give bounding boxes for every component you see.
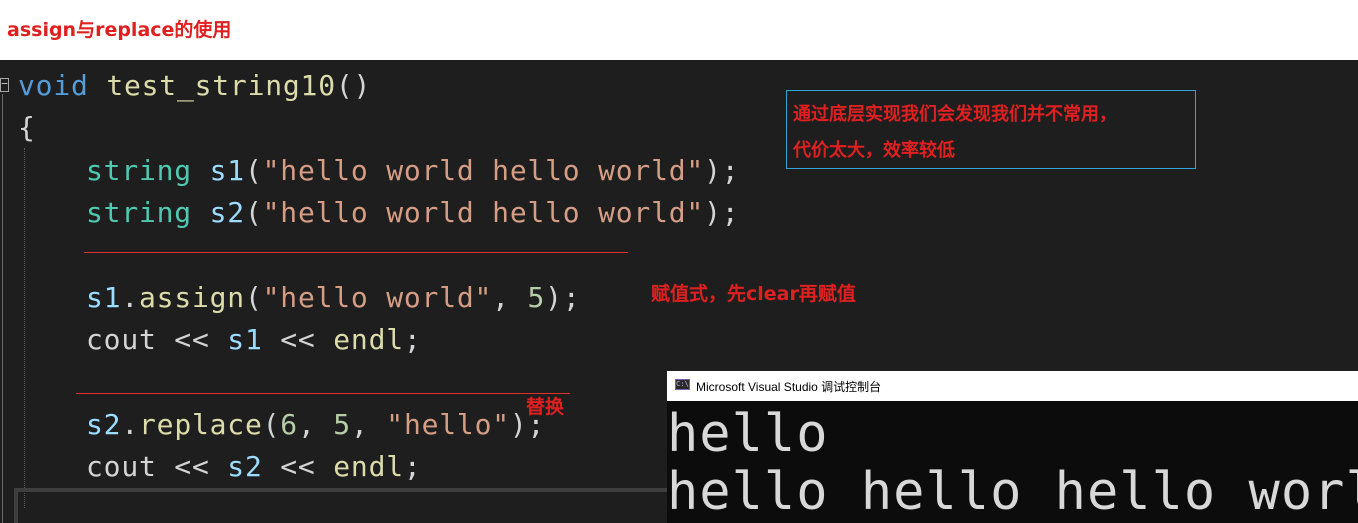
cout: cout [86,450,157,483]
string-literal: "hello world" [262,281,493,314]
collapse-toggle-icon[interactable]: − [0,78,9,92]
dot: . [121,408,139,441]
console-output-line-1: hello [667,404,829,464]
outline-bar [2,94,3,523]
type-string: string [86,154,192,187]
console-app-icon: C:\ [675,379,690,390]
stream-operator: << [262,323,334,356]
indent-guide [24,148,25,508]
code-line-cout-s2: cout << s2 << endl; [86,449,422,485]
function-name: test_string10 [106,69,336,102]
string-literal: "hello" [386,408,510,441]
console-output-line-2: hello hello hello world [667,462,1358,522]
stream-operator: << [262,450,334,483]
paren-close: ); [704,196,740,229]
current-line-highlight [14,488,674,523]
paren-close: ); [545,281,581,314]
endl: endl [333,323,404,356]
number-literal: 5 [333,408,351,441]
assign-underline [84,252,628,253]
number-literal: 6 [280,408,298,441]
debug-console-window[interactable]: C:\ Microsoft Visual Studio 调试控制台 hello h… [667,371,1358,523]
string-literal: "hello world hello world" [262,196,705,229]
semicolon: ; [403,450,422,483]
paren-open: ( [244,281,263,314]
code-line-replace: s2.replace(6, 5, "hello"); [86,407,545,443]
var-s1: s1 [227,323,263,356]
paren-close: ); [704,154,740,187]
paren-open: ( [262,408,281,441]
console-output: hello hello hello hello world [667,405,1358,521]
type-string: string [86,196,192,229]
open-brace: { [18,111,36,144]
comma: , [350,408,387,441]
note-line-2: 代价太大，效率较低 [793,140,955,161]
var-s1: s1 [209,154,245,187]
console-titlebar[interactable]: C:\ Microsoft Visual Studio 调试控制台 [667,371,1358,401]
page-heading: assign与replace的使用 [7,19,232,41]
var-s2: s2 [86,408,122,441]
paren-open: ( [244,196,263,229]
var-s2: s2 [227,450,263,483]
code-line-function-signature: void test_string10() [18,68,371,104]
note-box: 通过底层实现我们会发现我们并不常用， 代价太大，效率较低 [786,90,1196,169]
code-line-cout-s1: cout << s1 << endl; [86,322,422,358]
paren-open: ( [244,154,263,187]
comma: , [492,281,528,314]
endl: endl [333,450,404,483]
code-line-open-brace: { [18,110,36,146]
string-literal: "hello world hello world" [262,154,705,187]
var-s1: s1 [86,281,122,314]
semicolon: ; [403,323,422,356]
code-line-assign: s1.assign("hello world", 5); [86,280,581,316]
code-line-s1-decl: string s1("hello world hello world"); [86,153,739,189]
parens: () [335,69,372,102]
assign-annotation: 赋值式，先clear再赋值 [651,283,856,305]
console-title: Microsoft Visual Studio 调试控制台 [696,380,882,394]
comma: , [297,408,334,441]
number-literal: 5 [527,281,546,314]
replace-annotation: 替换 [526,396,565,418]
note-line-1: 通过底层实现我们会发现我们并不常用， [793,104,1117,125]
keyword-void: void [18,69,89,102]
cout: cout [86,323,157,356]
var-s2: s2 [209,196,245,229]
method-assign: assign [139,281,245,314]
replace-underline [76,393,570,394]
code-line-s2-decl: string s2("hello world hello world"); [86,195,739,231]
method-replace: replace [139,408,263,441]
stream-operator: << [156,323,228,356]
stream-operator: << [156,450,228,483]
dot: . [121,281,139,314]
